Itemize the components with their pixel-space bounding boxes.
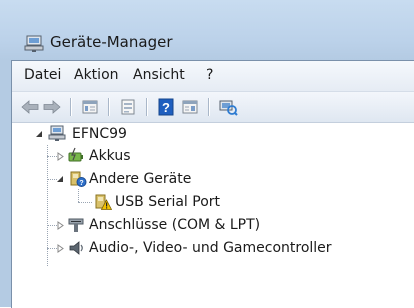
menu-aktion[interactable]: Aktion — [72, 67, 121, 83]
unknown-device-icon: ? — [70, 171, 87, 187]
tree-node-andere-geraete[interactable]: ? Andere Geräte — [12, 168, 414, 190]
tree-node-label: USB Serial Port — [115, 194, 221, 210]
battery-icon — [68, 147, 83, 162]
svg-text:?: ? — [79, 180, 83, 187]
menu-help[interactable]: ? — [204, 67, 215, 83]
computer-icon — [48, 125, 66, 141]
tree-node-label: Audio-, Video- und Gamecontroller — [89, 240, 332, 256]
audio-icon — [69, 241, 83, 255]
menu-bar: Datei Aktion Ansicht ? — [12, 61, 414, 92]
collapse-triangle-icon[interactable] — [56, 175, 65, 184]
window-title: Geräte-Manager — [50, 33, 173, 51]
tree-node-label: Anschlüsse (COM & LPT) — [89, 217, 261, 233]
tree-node-anschluesse[interactable]: Anschlüsse (COM & LPT) — [12, 214, 414, 236]
scan-hardware-icon[interactable] — [218, 97, 238, 117]
client-area: Datei Aktion Ansicht ? ? EFNC99 Akkus ? … — [11, 60, 414, 308]
view-icon[interactable] — [180, 97, 200, 117]
toolbar-separator — [208, 98, 209, 116]
title-bar[interactable]: Geräte-Manager — [0, 0, 414, 58]
toolbar-separator — [146, 98, 147, 116]
expand-triangle-icon[interactable] — [56, 244, 65, 253]
expand-triangle-icon[interactable] — [56, 152, 65, 161]
toolbar-separator — [70, 98, 71, 116]
tree-node-usb-serial-port[interactable]: USB Serial Port — [12, 191, 414, 213]
toolbar-separator — [108, 98, 109, 116]
tree-node-label: Andere Geräte — [89, 171, 192, 187]
menu-ansicht[interactable]: Ansicht — [131, 67, 187, 83]
expand-triangle-icon[interactable] — [56, 221, 65, 230]
console-tree-icon[interactable] — [80, 97, 100, 117]
toolbar: ? — [12, 92, 414, 123]
menu-datei[interactable]: Datei — [22, 67, 63, 83]
tree-node-label: Akkus — [89, 148, 131, 164]
tree-node-root[interactable]: EFNC99 — [12, 123, 414, 145]
tree-node-akkus[interactable]: Akkus — [12, 145, 414, 167]
forward-arrow-icon[interactable] — [42, 97, 62, 117]
help-icon[interactable]: ? — [156, 97, 176, 117]
collapse-triangle-icon[interactable] — [35, 130, 44, 139]
device-tree: EFNC99 Akkus ? Andere Geräte USB Serial … — [12, 123, 414, 308]
back-arrow-icon[interactable] — [20, 97, 40, 117]
tree-node-label: EFNC99 — [72, 126, 127, 142]
window-frame: Geräte-Manager Datei Aktion Ansicht ? ? … — [0, 0, 414, 308]
device-manager-icon — [24, 35, 44, 52]
port-icon — [68, 218, 84, 232]
tree-node-audio[interactable]: Audio-, Video- und Gamecontroller — [12, 237, 414, 259]
svg-text:?: ? — [162, 100, 170, 115]
properties-icon[interactable] — [118, 97, 138, 117]
warning-device-icon — [95, 194, 112, 210]
